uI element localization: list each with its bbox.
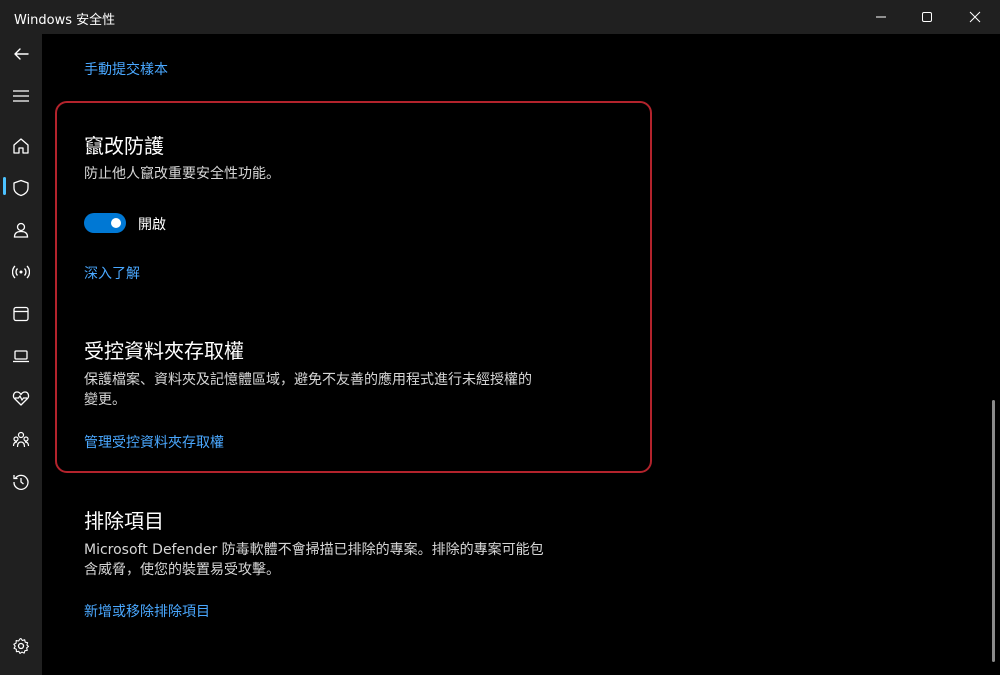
tamper-protection-title: 竄改防護 — [84, 134, 164, 158]
app-window-icon — [13, 306, 29, 322]
gear-icon — [13, 637, 30, 654]
sidebar-item-virus-protection[interactable] — [0, 170, 42, 206]
hamburger-icon — [13, 90, 29, 102]
wireless-icon — [12, 265, 30, 279]
maximize-button[interactable] — [904, 0, 950, 34]
controlled-folder-description-line2: 變更。 — [84, 392, 126, 408]
minimize-button[interactable] — [858, 0, 904, 34]
menu-button[interactable] — [0, 78, 42, 114]
sidebar-item-family[interactable] — [0, 422, 42, 458]
sidebar-item-firewall[interactable] — [0, 254, 42, 290]
controlled-folder-description: 保護檔案、資料夾及記憶體區域，避免不友善的應用程式進行未經授權的 變更。 — [84, 370, 604, 410]
family-icon — [12, 431, 30, 448]
submit-sample-link[interactable]: 手動提交樣本 — [84, 59, 168, 79]
tamper-protection-toggle[interactable] — [84, 213, 126, 233]
controlled-folder-title: 受控資料夾存取權 — [84, 339, 244, 363]
learn-more-link[interactable]: 深入了解 — [84, 263, 140, 283]
exclusions-description-line2: 含威脅，使您的裝置易受攻擊。 — [84, 562, 280, 578]
sidebar-item-history[interactable] — [0, 464, 42, 500]
sidebar-item-account-protection[interactable] — [0, 212, 42, 248]
history-icon — [13, 474, 29, 490]
toggle-state-label: 開啟 — [138, 217, 166, 233]
exclusions-description: Microsoft Defender 防毒軟體不會掃描已排除的專案。排除的專案可… — [84, 540, 604, 580]
sidebar-item-device-security[interactable] — [0, 338, 42, 374]
back-button[interactable] — [0, 36, 42, 72]
exclusions-title: 排除項目 — [84, 509, 164, 533]
scrollbar[interactable] — [992, 400, 995, 662]
sidebar-item-app-browser[interactable] — [0, 296, 42, 332]
add-remove-exclusions-link[interactable]: 新增或移除排除項目 — [84, 601, 210, 621]
maximize-icon — [922, 12, 932, 22]
manage-controlled-folder-link[interactable]: 管理受控資料夾存取權 — [84, 432, 224, 452]
sidebar — [0, 34, 42, 675]
title-bar: Windows 安全性 — [0, 0, 1000, 34]
minimize-icon — [876, 16, 886, 18]
home-icon — [13, 138, 29, 154]
toggle-knob — [111, 218, 121, 228]
exclusions-description-line1: Microsoft Defender 防毒軟體不會掃描已排除的專案。排除的專案可… — [84, 542, 544, 558]
close-button[interactable] — [952, 0, 998, 34]
heart-pulse-icon — [12, 391, 30, 406]
shield-icon — [13, 179, 29, 197]
app-title: Windows 安全性 — [14, 13, 116, 28]
settings-button[interactable] — [0, 628, 42, 664]
tamper-protection-description: 防止他人竄改重要安全性功能。 — [84, 166, 280, 182]
sidebar-item-device-performance[interactable] — [0, 380, 42, 416]
close-icon — [969, 11, 981, 23]
person-icon — [13, 222, 29, 238]
laptop-icon — [13, 350, 29, 363]
back-arrow-icon — [14, 48, 29, 60]
sidebar-item-home[interactable] — [0, 128, 42, 164]
controlled-folder-description-line1: 保護檔案、資料夾及記憶體區域，避免不友善的應用程式進行未經授權的 — [84, 372, 532, 388]
